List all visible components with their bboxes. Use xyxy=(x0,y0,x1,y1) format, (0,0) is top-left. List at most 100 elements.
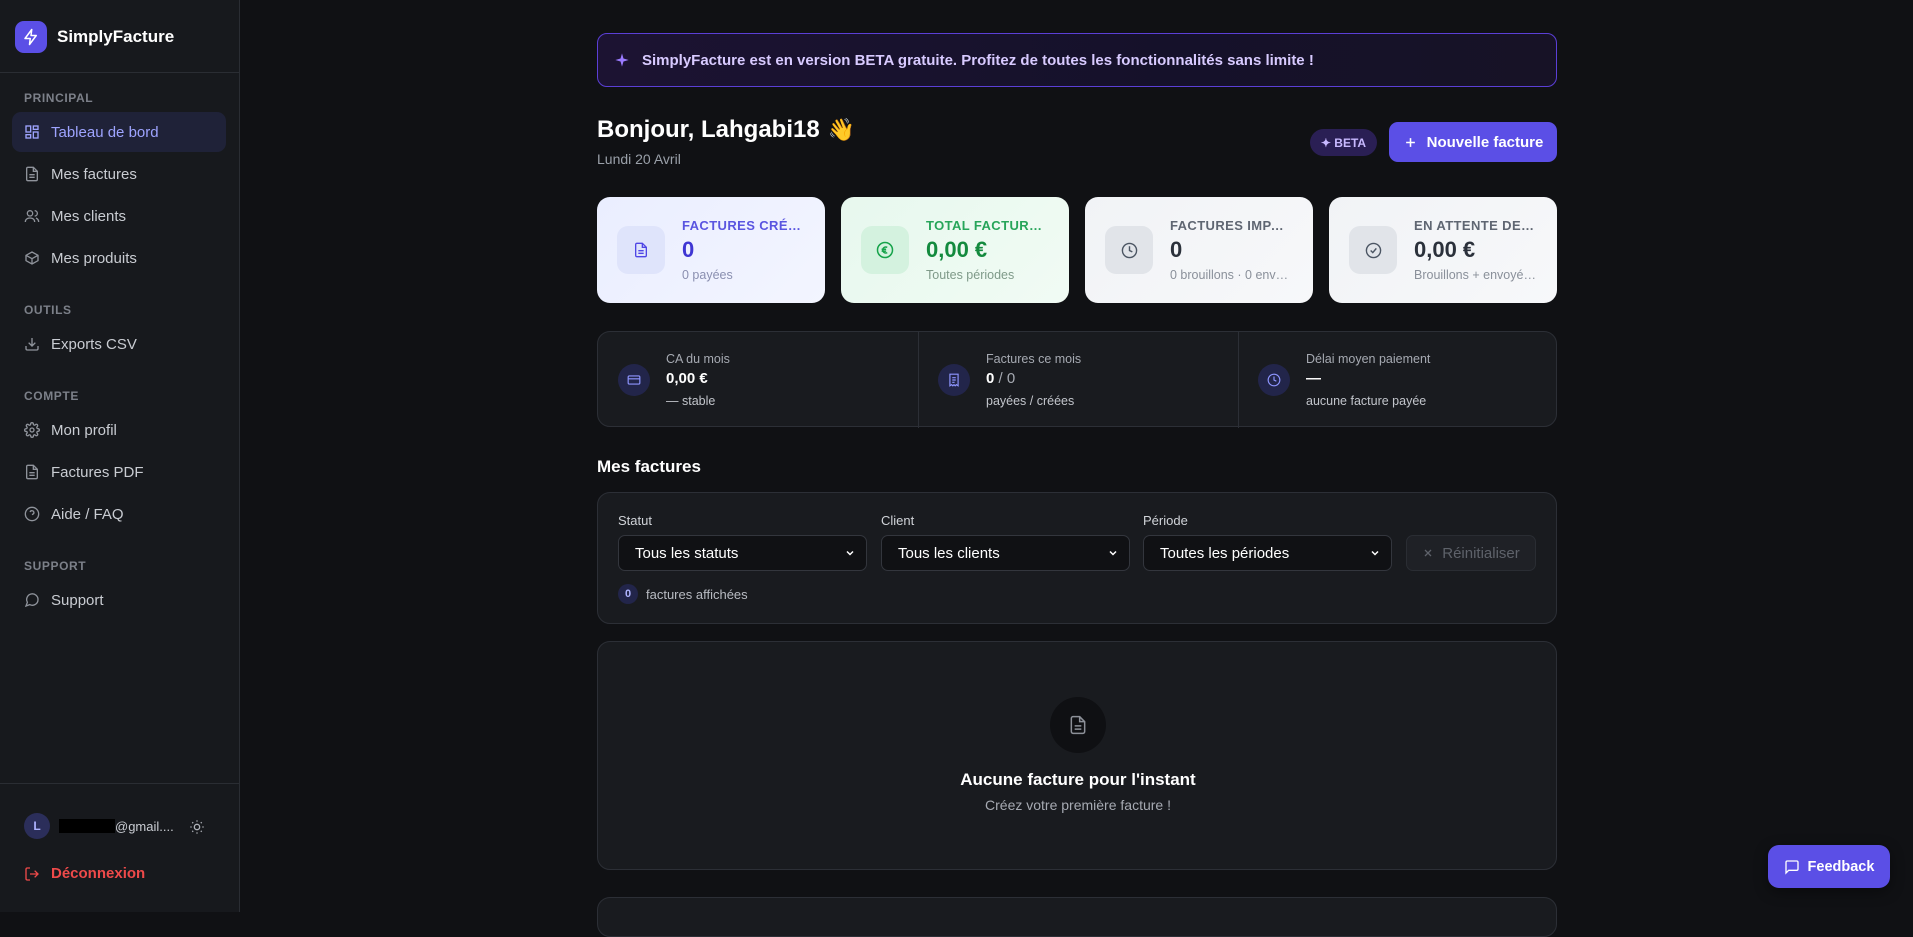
divider xyxy=(0,72,240,73)
sidebar-item-support[interactable]: Support xyxy=(12,580,226,620)
sidebar-item-products[interactable]: Mes produits xyxy=(12,238,226,278)
stat-value: 0,00 € xyxy=(926,237,988,262)
document-icon xyxy=(1050,697,1106,753)
brand[interactable]: SimplyFacture xyxy=(15,21,174,53)
clock-icon xyxy=(1258,364,1290,396)
stat-value: 0 xyxy=(1170,237,1183,262)
stat-label: FACTURES IMPAYÉES xyxy=(1170,218,1292,233)
chat-bubble-icon xyxy=(24,593,39,608)
beta-badge: ✦ BETA xyxy=(1310,129,1377,156)
kpi-value-created: 0 xyxy=(1006,370,1016,387)
invoice-filters: Statut Tous les statuts Client Tous les … xyxy=(597,492,1557,624)
gear-icon xyxy=(24,422,40,438)
user-email: @gmail.... xyxy=(59,819,174,834)
sidebar-item-exports[interactable]: Exports CSV xyxy=(12,324,226,364)
stat-sub: 0 brouillons · 0 envoyées xyxy=(1170,268,1292,282)
brand-name: SimplyFacture xyxy=(57,27,175,46)
period-filter-value: Toutes les périodes xyxy=(1160,544,1290,562)
stat-value: 0 xyxy=(682,237,695,262)
period-filter-select[interactable]: Toutes les périodes xyxy=(1143,535,1392,571)
client-filter-label: Client xyxy=(881,513,915,528)
logout-button[interactable]: Déconnexion xyxy=(24,865,145,882)
reset-filters-button[interactable]: Réinitialiser xyxy=(1406,535,1536,571)
kpi-value: — xyxy=(1306,370,1321,387)
users-icon xyxy=(24,210,40,223)
theme-toggle[interactable] xyxy=(186,816,208,838)
close-icon xyxy=(1424,549,1432,557)
sun-icon xyxy=(190,820,204,834)
sidebar-item-label: Aide / FAQ xyxy=(51,505,124,523)
feedback-button[interactable]: Feedback xyxy=(1768,845,1890,888)
status-filter-label: Statut xyxy=(618,513,652,528)
next-panel xyxy=(597,897,1557,937)
client-filter-select[interactable]: Tous les clients xyxy=(881,535,1130,571)
new-invoice-button[interactable]: Nouvelle facture xyxy=(1389,122,1557,162)
sidebar-item-invoices[interactable]: Mes factures xyxy=(12,154,226,194)
section-title-support: SUPPORT xyxy=(24,559,87,573)
stat-card-created[interactable]: FACTURES CRÉÉES 0 0 payées xyxy=(597,197,825,303)
document-icon xyxy=(617,226,665,274)
current-date: Lundi 20 Avril xyxy=(597,151,681,167)
stat-label: EN ATTENTE DE PAIEMENT xyxy=(1414,218,1536,233)
section-title-outils: OUTILS xyxy=(24,303,72,317)
stat-sub: 0 payées xyxy=(682,268,733,282)
count-text: factures affichées xyxy=(646,586,748,602)
greeting-text: Bonjour, Lahgabi18 xyxy=(597,116,820,143)
document-icon xyxy=(26,464,38,480)
count-badge: 0 xyxy=(618,584,638,604)
sparkle-icon xyxy=(615,53,629,67)
message-icon xyxy=(1784,859,1799,875)
sidebar-item-clients[interactable]: Mes clients xyxy=(12,196,226,236)
stat-value: 0,00 € xyxy=(1414,237,1476,262)
section-title-principal: PRINCIPAL xyxy=(24,91,94,105)
sidebar-item-pdf[interactable]: Factures PDF xyxy=(12,452,226,492)
kpi-label: Factures ce mois xyxy=(986,352,1082,366)
sidebar-item-profile[interactable]: Mon profil xyxy=(12,410,226,450)
kpi-month: Factures ce mois 0 / 0 payées / créées xyxy=(918,332,1238,428)
help-circle-icon xyxy=(24,506,40,522)
sidebar-item-label: Exports CSV xyxy=(51,335,137,353)
stat-sub: Toutes périodes xyxy=(926,268,1015,282)
status-filter-select[interactable]: Tous les statuts xyxy=(618,535,867,571)
divider xyxy=(0,783,240,784)
section-title-compte: COMPTE xyxy=(24,389,79,403)
sidebar-item-label: Support xyxy=(51,591,104,609)
empty-subtitle: Créez votre première facture ! xyxy=(985,797,1171,813)
kpi-sub: aucune facture payée xyxy=(1306,394,1427,408)
check-circle-icon xyxy=(1349,226,1397,274)
document-icon xyxy=(26,166,38,182)
kpi-value: 0,00 € xyxy=(666,370,708,387)
kpi-ca: CA du mois 0,00 € — stable xyxy=(598,332,918,428)
empty-title: Aucune facture pour l'instant xyxy=(960,770,1196,789)
sidebar-item-label: Tableau de bord xyxy=(51,123,159,141)
sidebar-item-dashboard[interactable]: Tableau de bord xyxy=(12,112,226,152)
wave-emoji: 👋 xyxy=(827,117,856,142)
clock-icon xyxy=(1105,226,1153,274)
plus-icon xyxy=(1405,137,1415,147)
chevron-down-icon xyxy=(1371,550,1379,556)
stat-label: FACTURES CRÉÉES xyxy=(682,218,804,233)
page-title: Bonjour, Lahgabi18 👋 xyxy=(597,116,855,144)
sidebar-item-help[interactable]: Aide / FAQ xyxy=(12,494,226,534)
status-filter-value: Tous les statuts xyxy=(635,544,739,562)
user-account[interactable]: L @gmail.... xyxy=(24,813,174,839)
stat-card-pending[interactable]: EN ATTENTE DE PAIEMENT 0,00 € Brouillons… xyxy=(1329,197,1557,303)
sidebar-item-label: Factures PDF xyxy=(51,463,144,481)
download-icon xyxy=(25,338,39,351)
logout-icon xyxy=(25,866,39,881)
stat-card-unpaid[interactable]: FACTURES IMPAYÉES 0 0 brouillons · 0 env… xyxy=(1085,197,1313,303)
new-invoice-label: Nouvelle facture xyxy=(1426,133,1544,151)
dashboard-icon xyxy=(25,125,39,139)
kpi-sub: payées / créées xyxy=(986,394,1075,408)
reset-label: Réinitialiser xyxy=(1442,544,1520,562)
sidebar-item-label: Mes produits xyxy=(51,249,137,267)
chevron-down-icon xyxy=(1109,550,1117,556)
sidebar-item-label: Mes factures xyxy=(51,165,137,183)
avatar: L xyxy=(24,813,50,839)
kpi-label: CA du mois xyxy=(666,352,730,366)
user-email-suffix: @gmail.... xyxy=(115,818,174,834)
kpi-label: Délai moyen paiement xyxy=(1306,352,1431,366)
redacted-email xyxy=(59,819,115,833)
chevron-down-icon xyxy=(846,550,854,556)
stat-card-total[interactable]: TOTAL FACTURÉ TTC 0,00 € Toutes périodes xyxy=(841,197,1069,303)
